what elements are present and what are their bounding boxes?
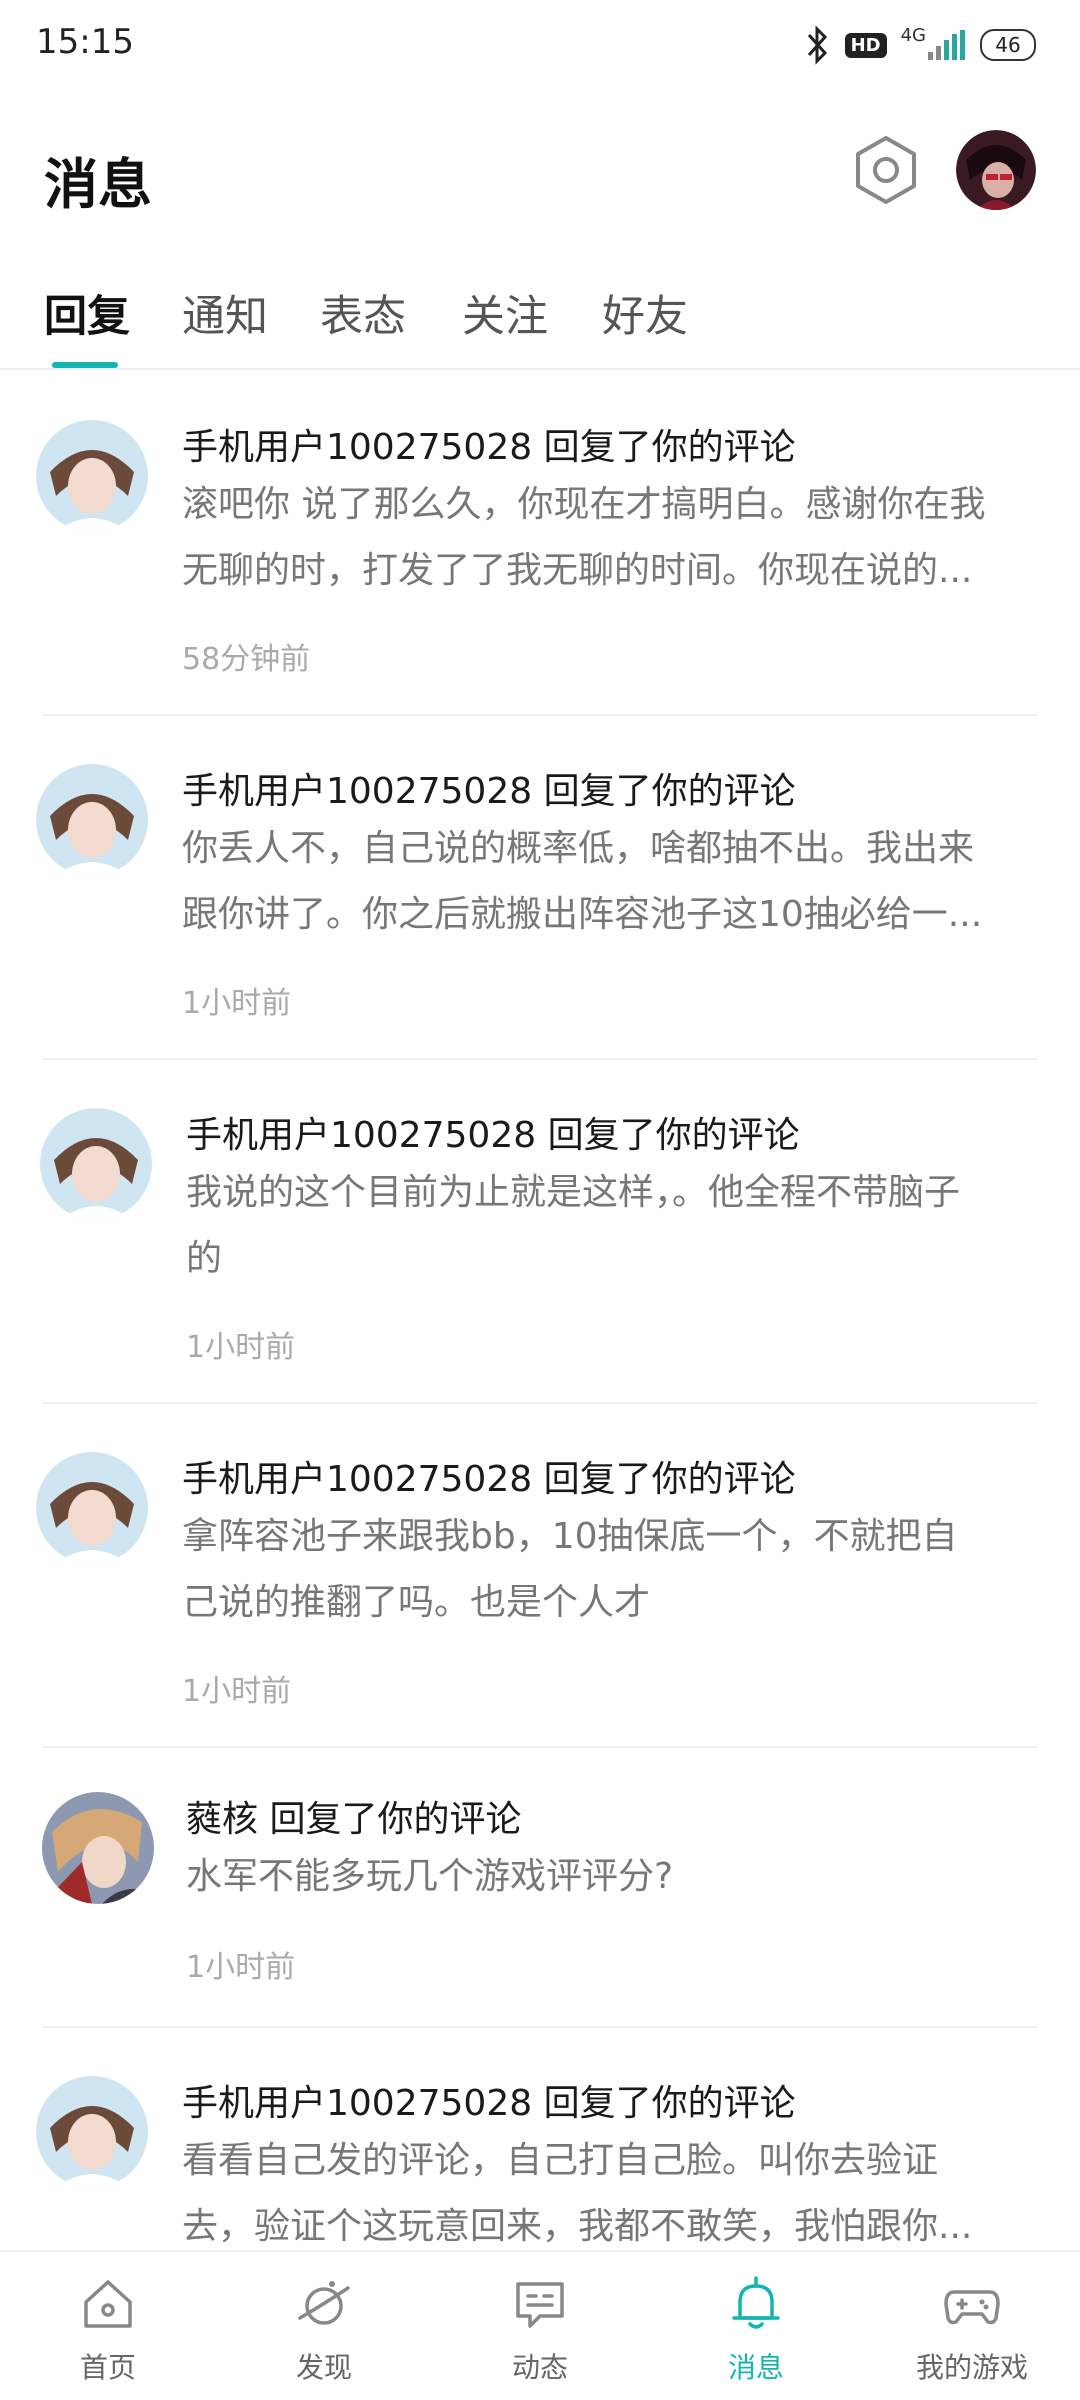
battery-indicator: 46	[980, 29, 1036, 61]
bottom-nav: 首页 发现 动态 消息 我的游戏	[0, 2250, 1080, 2400]
message-body-line: 拿阵容池子来跟我bb，10抽保底一个，不就把自	[182, 1516, 958, 1557]
avatar-image	[42, 1792, 154, 1904]
user-avatar[interactable]	[36, 2076, 148, 2188]
nav-label: 我的游戏	[915, 2351, 1028, 2384]
message-body-line: 滚吧你 说了那么久，你现在才搞明白。感谢你在我	[182, 484, 986, 525]
avatar-image	[36, 1452, 148, 1564]
message-body-line: 己说的推翻了吗。也是个人才	[182, 1582, 651, 1623]
message-title: 手机用户100275028 回复了你的评论	[182, 2083, 796, 2124]
message-title: 手机用户100275028 回复了你的评论	[182, 427, 796, 468]
list-item[interactable]: 手机用户100275028 回复了你的评论 拿阵容池子来跟我bb，10抽保底一个…	[0, 1404, 1080, 1748]
list-item[interactable]: 手机用户100275028 回复了你的评论 你丢人不，自己说的概率低，啥都抽不出…	[0, 716, 1080, 1060]
message-body-line: 看看自己发的评论，自己打自己脸。叫你去验证	[182, 2140, 939, 2181]
page-title: 消息	[44, 153, 152, 216]
message-body: 滚吧你 说了那么久，你现在才搞明白。感谢你在我 无聊的时，打发了了我无聊的时间。…	[182, 472, 1032, 604]
message-body: 拿阵容池子来跟我bb，10抽保底一个，不就把自 己说的推翻了吗。也是个人才	[182, 1504, 1032, 1636]
avatar-image	[956, 130, 1036, 210]
signal-icon: 4G	[900, 24, 966, 62]
avatar-image	[40, 1108, 152, 1220]
message-body-line: 跟你讲了。你之后就搬出阵容池子这10抽必给一...	[182, 894, 983, 935]
message-title: 蕤核 回复了你的评论	[186, 1799, 522, 1840]
message-body-line: 水军不能多玩几个游戏评评分?	[186, 1856, 674, 1897]
avatar-image	[36, 764, 148, 876]
message-body-line: 无聊的时，打发了了我无聊的时间。你现在说的...	[182, 550, 973, 591]
message-time: 1小时前	[186, 1330, 296, 1365]
status-bar: 15:15 HD 4G 46	[0, 0, 1080, 90]
list-item[interactable]: 手机用户100275028 回复了你的评论 滚吧你 说了那么久，你现在才搞明白。…	[0, 372, 1080, 716]
tab-friends[interactable]: 好友	[602, 282, 688, 344]
message-body-line: 的	[186, 1238, 223, 1279]
nav-my-games[interactable]: 我的游戏	[864, 2252, 1080, 2400]
user-avatar[interactable]	[36, 1452, 148, 1564]
message-body: 我说的这个目前为止就是这样，。他全程不带脑子 的	[186, 1160, 1036, 1292]
tab-reactions[interactable]: 表态	[320, 282, 406, 344]
message-body: 你丢人不，自己说的概率低，啥都抽不出。我出来 跟你讲了。你之后就搬出阵容池子这1…	[182, 816, 1032, 948]
message-body: 水军不能多玩几个游戏评评分?	[186, 1844, 1036, 1910]
hd-badge: HD	[844, 32, 887, 58]
nav-label: 消息	[727, 2351, 784, 2384]
message-title: 手机用户100275028 回复了你的评论	[182, 771, 796, 812]
message-body-line: 去，验证个这玩意回来，我都不敢笑，我怕跟你...	[182, 2206, 973, 2247]
tab-replies[interactable]: 回复	[44, 282, 130, 344]
tab-bar: 回复 通知 表态 关注 好友	[0, 270, 1080, 370]
nav-feed[interactable]: 动态	[432, 2252, 648, 2400]
message-time: 1小时前	[182, 986, 292, 1021]
list-item[interactable]: 手机用户100275028 回复了你的评论 我说的这个目前为止就是这样，。他全程…	[0, 1060, 1080, 1404]
bluetooth-icon	[805, 25, 831, 65]
nav-label: 首页	[79, 2351, 136, 2384]
header: 消息	[0, 120, 1080, 230]
home-icon	[84, 2280, 132, 2328]
status-time: 15:15	[36, 22, 134, 62]
avatar-image	[36, 2076, 148, 2188]
nav-discover[interactable]: 发现	[216, 2252, 432, 2400]
user-avatar[interactable]	[40, 1108, 152, 1220]
tab-notifications[interactable]: 通知	[182, 282, 268, 344]
message-title: 手机用户100275028 回复了你的评论	[186, 1115, 800, 1156]
feed-icon	[516, 2282, 564, 2328]
message-body-line: 你丢人不，自己说的概率低，啥都抽不出。我出来	[182, 828, 975, 869]
message-body-line: 我说的这个目前为止就是这样，。他全程不带脑子	[186, 1172, 961, 1213]
network-label: 4G	[900, 24, 926, 46]
user-avatar[interactable]	[42, 1792, 154, 1904]
message-time: 1小时前	[186, 1950, 296, 1985]
message-body: 看看自己发的评论，自己打自己脸。叫你去验证 去，验证个这玩意回来，我都不敢笑，我…	[182, 2128, 1032, 2250]
nav-messages[interactable]: 消息	[648, 2252, 864, 2400]
bell-icon	[732, 2276, 780, 2329]
user-avatar[interactable]	[36, 420, 148, 532]
message-time: 1小时前	[182, 1674, 292, 1709]
gamepad-icon	[944, 2290, 1000, 2325]
nav-label: 动态	[511, 2351, 568, 2384]
gear-icon	[856, 136, 916, 204]
profile-avatar[interactable]	[956, 130, 1036, 210]
discover-icon	[298, 2281, 350, 2325]
nav-home[interactable]: 首页	[0, 2252, 216, 2400]
list-item[interactable]: 蕤核 回复了你的评论 水军不能多玩几个游戏评评分? 1小时前	[0, 1748, 1080, 2028]
message-time: 58分钟前	[182, 642, 311, 677]
list-item[interactable]: 手机用户100275028 回复了你的评论 看看自己发的评论，自己打自己脸。叫你…	[0, 2028, 1080, 2250]
settings-button[interactable]	[846, 130, 926, 210]
tab-following[interactable]: 关注	[462, 282, 548, 344]
active-tab-indicator	[52, 362, 118, 368]
status-icons: HD 4G 46	[805, 20, 1036, 70]
avatar-image	[36, 420, 148, 532]
user-avatar[interactable]	[36, 764, 148, 876]
nav-label: 发现	[295, 2351, 352, 2384]
message-title: 手机用户100275028 回复了你的评论	[182, 1459, 796, 1500]
message-list: 手机用户100275028 回复了你的评论 滚吧你 说了那么久，你现在才搞明白。…	[0, 372, 1080, 2250]
